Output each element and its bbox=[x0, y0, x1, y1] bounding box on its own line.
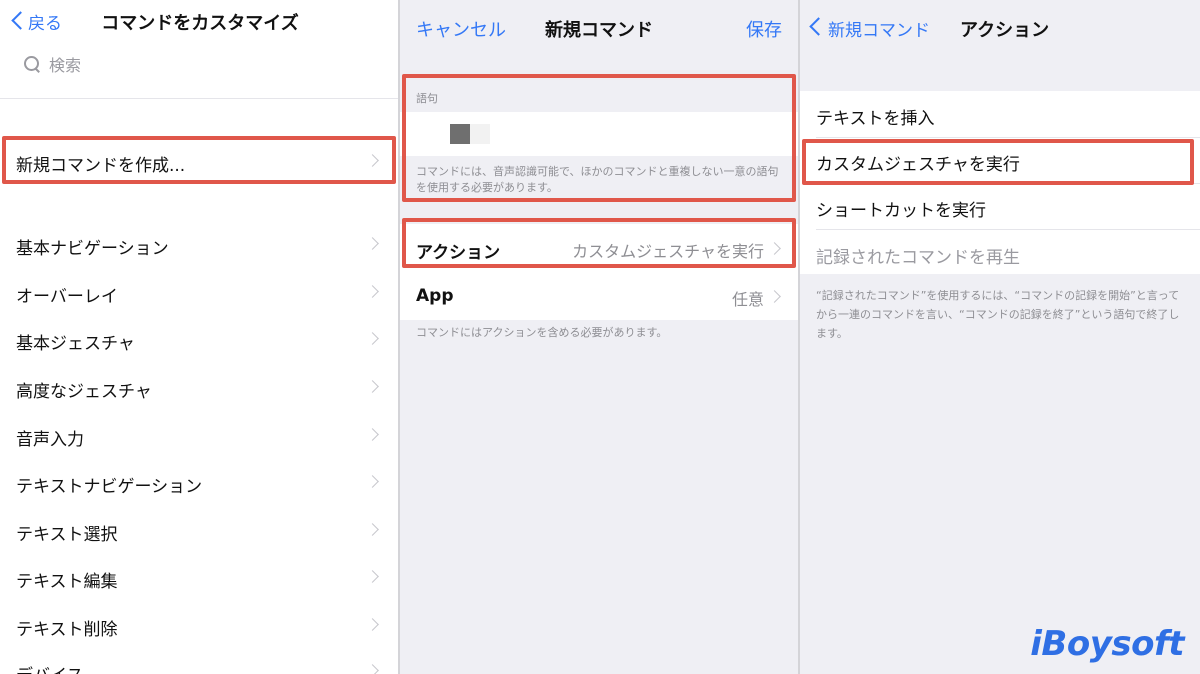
chevron-right-icon bbox=[366, 428, 379, 441]
list-item-overlay[interactable]: オーバーレイ bbox=[0, 269, 399, 316]
list-item-label: 音声入力 bbox=[16, 430, 84, 450]
divider bbox=[0, 98, 399, 99]
chevron-right-icon bbox=[768, 290, 781, 303]
list-item-insert-text[interactable]: テキストを挿入 bbox=[800, 91, 1200, 137]
list-item-label: ショートカットを実行 bbox=[816, 201, 986, 221]
page-title: アクション bbox=[960, 20, 1050, 41]
list-item-label: 基本ジェスチャ bbox=[16, 334, 135, 354]
chevron-right-icon bbox=[366, 237, 379, 250]
list-item-dictation[interactable]: 音声入力 bbox=[0, 412, 399, 459]
new-command-panel: キャンセル 新規コマンド 保存 語句 コマンドには、音声認識可能で、ほかのコマン… bbox=[400, 0, 798, 674]
page-title: コマンドをカスタマイズ bbox=[101, 13, 299, 34]
list-item-label: テキスト削除 bbox=[16, 620, 118, 640]
chevron-right-icon bbox=[366, 475, 379, 488]
list-item-text-selection[interactable]: テキスト選択 bbox=[0, 507, 399, 554]
list-item-text-navigation[interactable]: テキストナビゲーション bbox=[0, 459, 399, 506]
list-item-run-shortcut[interactable]: ショートカットを実行 bbox=[800, 183, 1200, 229]
list-item-text-deletion[interactable]: テキスト削除 bbox=[0, 602, 399, 649]
app-label: App bbox=[416, 286, 454, 306]
search-icon bbox=[24, 55, 41, 73]
chevron-right-icon bbox=[366, 285, 379, 298]
chevron-right-icon bbox=[366, 618, 379, 631]
action-footer: コマンドにはアクションを含める必要があります。 bbox=[416, 326, 668, 339]
list-item-label: テキストナビゲーション bbox=[16, 477, 203, 497]
list-item-label: 記録されたコマンドを再生 bbox=[816, 248, 1020, 268]
search-placeholder: 検索 bbox=[49, 56, 82, 75]
save-button[interactable]: 保存 bbox=[746, 16, 782, 42]
list-item-play-recorded-commands: 記録されたコマンドを再生 bbox=[800, 230, 1200, 276]
list-item-label: デバイス bbox=[16, 661, 84, 674]
chevron-left-icon bbox=[809, 17, 828, 36]
list-item-text-editing[interactable]: テキスト編集 bbox=[0, 554, 399, 601]
iboysoft-logo: iBoysoft bbox=[1030, 624, 1184, 664]
action-panel: 新規コマンド アクション テキストを挿入 カスタムジェスチャを実行 ショートカッ… bbox=[800, 0, 1200, 674]
highlight-box bbox=[402, 74, 796, 202]
back-label[interactable]: 新規コマンド bbox=[828, 16, 930, 41]
page-title: 新規コマンド bbox=[545, 20, 653, 41]
recorded-commands-footer: “記録されたコマンド”を使用するには、“コマンドの記録を開始”と言ってから一連の… bbox=[816, 289, 1180, 340]
app-row[interactable]: App 任意 bbox=[400, 272, 798, 320]
list-item-advanced-gestures[interactable]: 高度なジェスチャ bbox=[0, 364, 399, 411]
customize-commands-panel: 戻る コマンドをカスタマイズ 検索 新規コマンドを作成... 基本ナビゲーション… bbox=[0, 0, 399, 674]
list-item-label: テキスト編集 bbox=[16, 572, 118, 592]
list-item-basic-gestures[interactable]: 基本ジェスチャ bbox=[0, 316, 399, 363]
app-value: 任意 bbox=[731, 290, 764, 309]
chevron-right-icon bbox=[366, 332, 379, 345]
chevron-right-icon bbox=[366, 523, 379, 536]
list-item-label: テキストを挿入 bbox=[816, 109, 935, 129]
list-item-label: 基本ナビゲーション bbox=[16, 239, 169, 259]
chevron-right-icon bbox=[366, 380, 379, 393]
list-item-device[interactable]: デバイス bbox=[0, 648, 399, 674]
list-item-basic-navigation[interactable]: 基本ナビゲーション bbox=[0, 221, 399, 268]
highlight-box bbox=[2, 136, 396, 184]
chevron-right-icon bbox=[366, 664, 379, 674]
highlight-box bbox=[402, 218, 796, 268]
chevron-right-icon bbox=[366, 570, 379, 583]
list-item-label: 高度なジェスチャ bbox=[16, 382, 152, 402]
list-item-label: テキスト選択 bbox=[16, 525, 118, 545]
list-item-label: オーバーレイ bbox=[16, 287, 118, 307]
search-field[interactable]: 検索 bbox=[24, 52, 81, 76]
highlight-box bbox=[802, 139, 1194, 185]
